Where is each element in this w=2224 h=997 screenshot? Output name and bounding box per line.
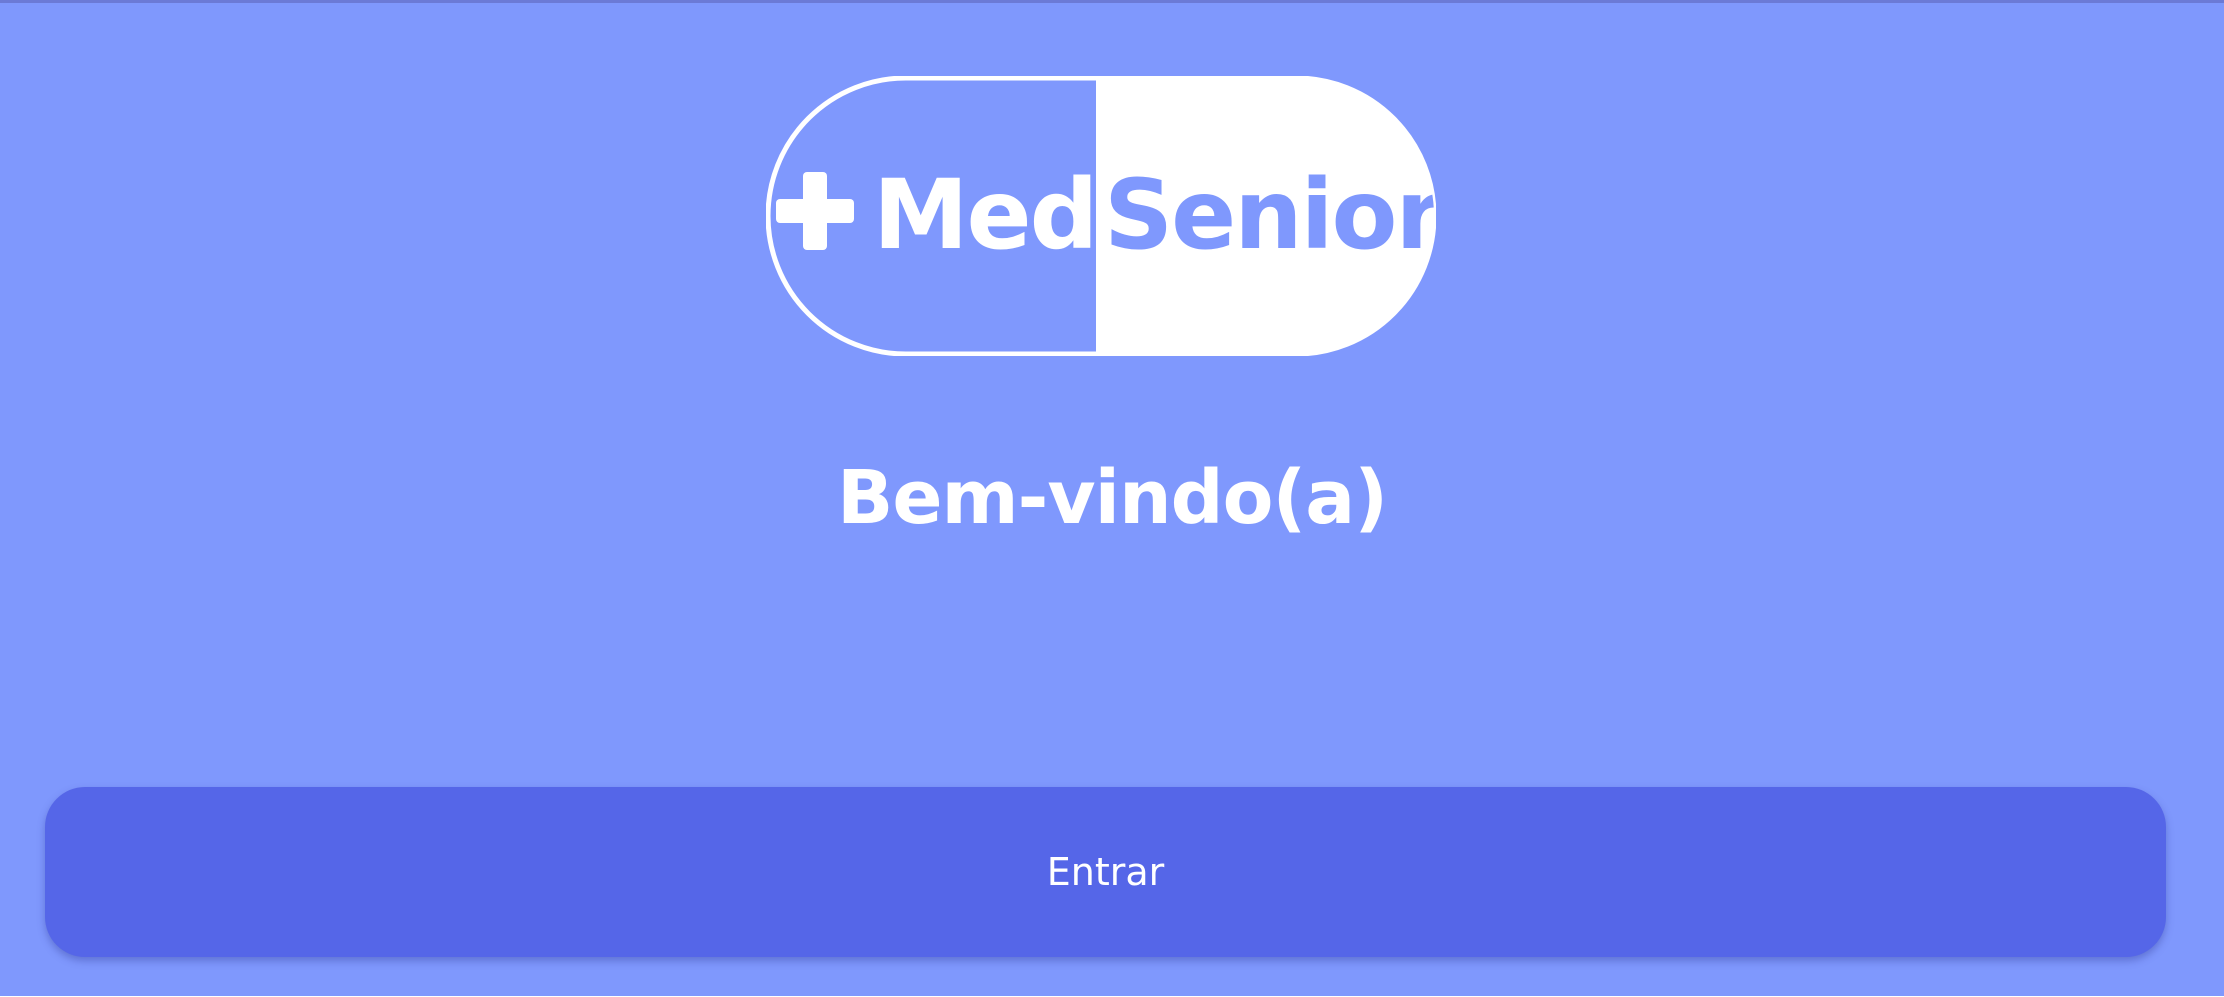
medsenior-logo: Med Senior <box>765 75 1437 357</box>
enter-button-label: Entrar <box>1046 850 1165 894</box>
logo-med-text: Med <box>873 159 1096 271</box>
enter-button[interactable]: Entrar <box>45 787 2166 957</box>
welcome-title: Bem-vindo(a) <box>836 454 1388 541</box>
welcome-screen: Med Senior Bem-vindo(a) Entrar <box>0 3 2224 996</box>
logo-senior-text: Senior <box>1104 159 1436 271</box>
plus-icon <box>776 172 854 250</box>
